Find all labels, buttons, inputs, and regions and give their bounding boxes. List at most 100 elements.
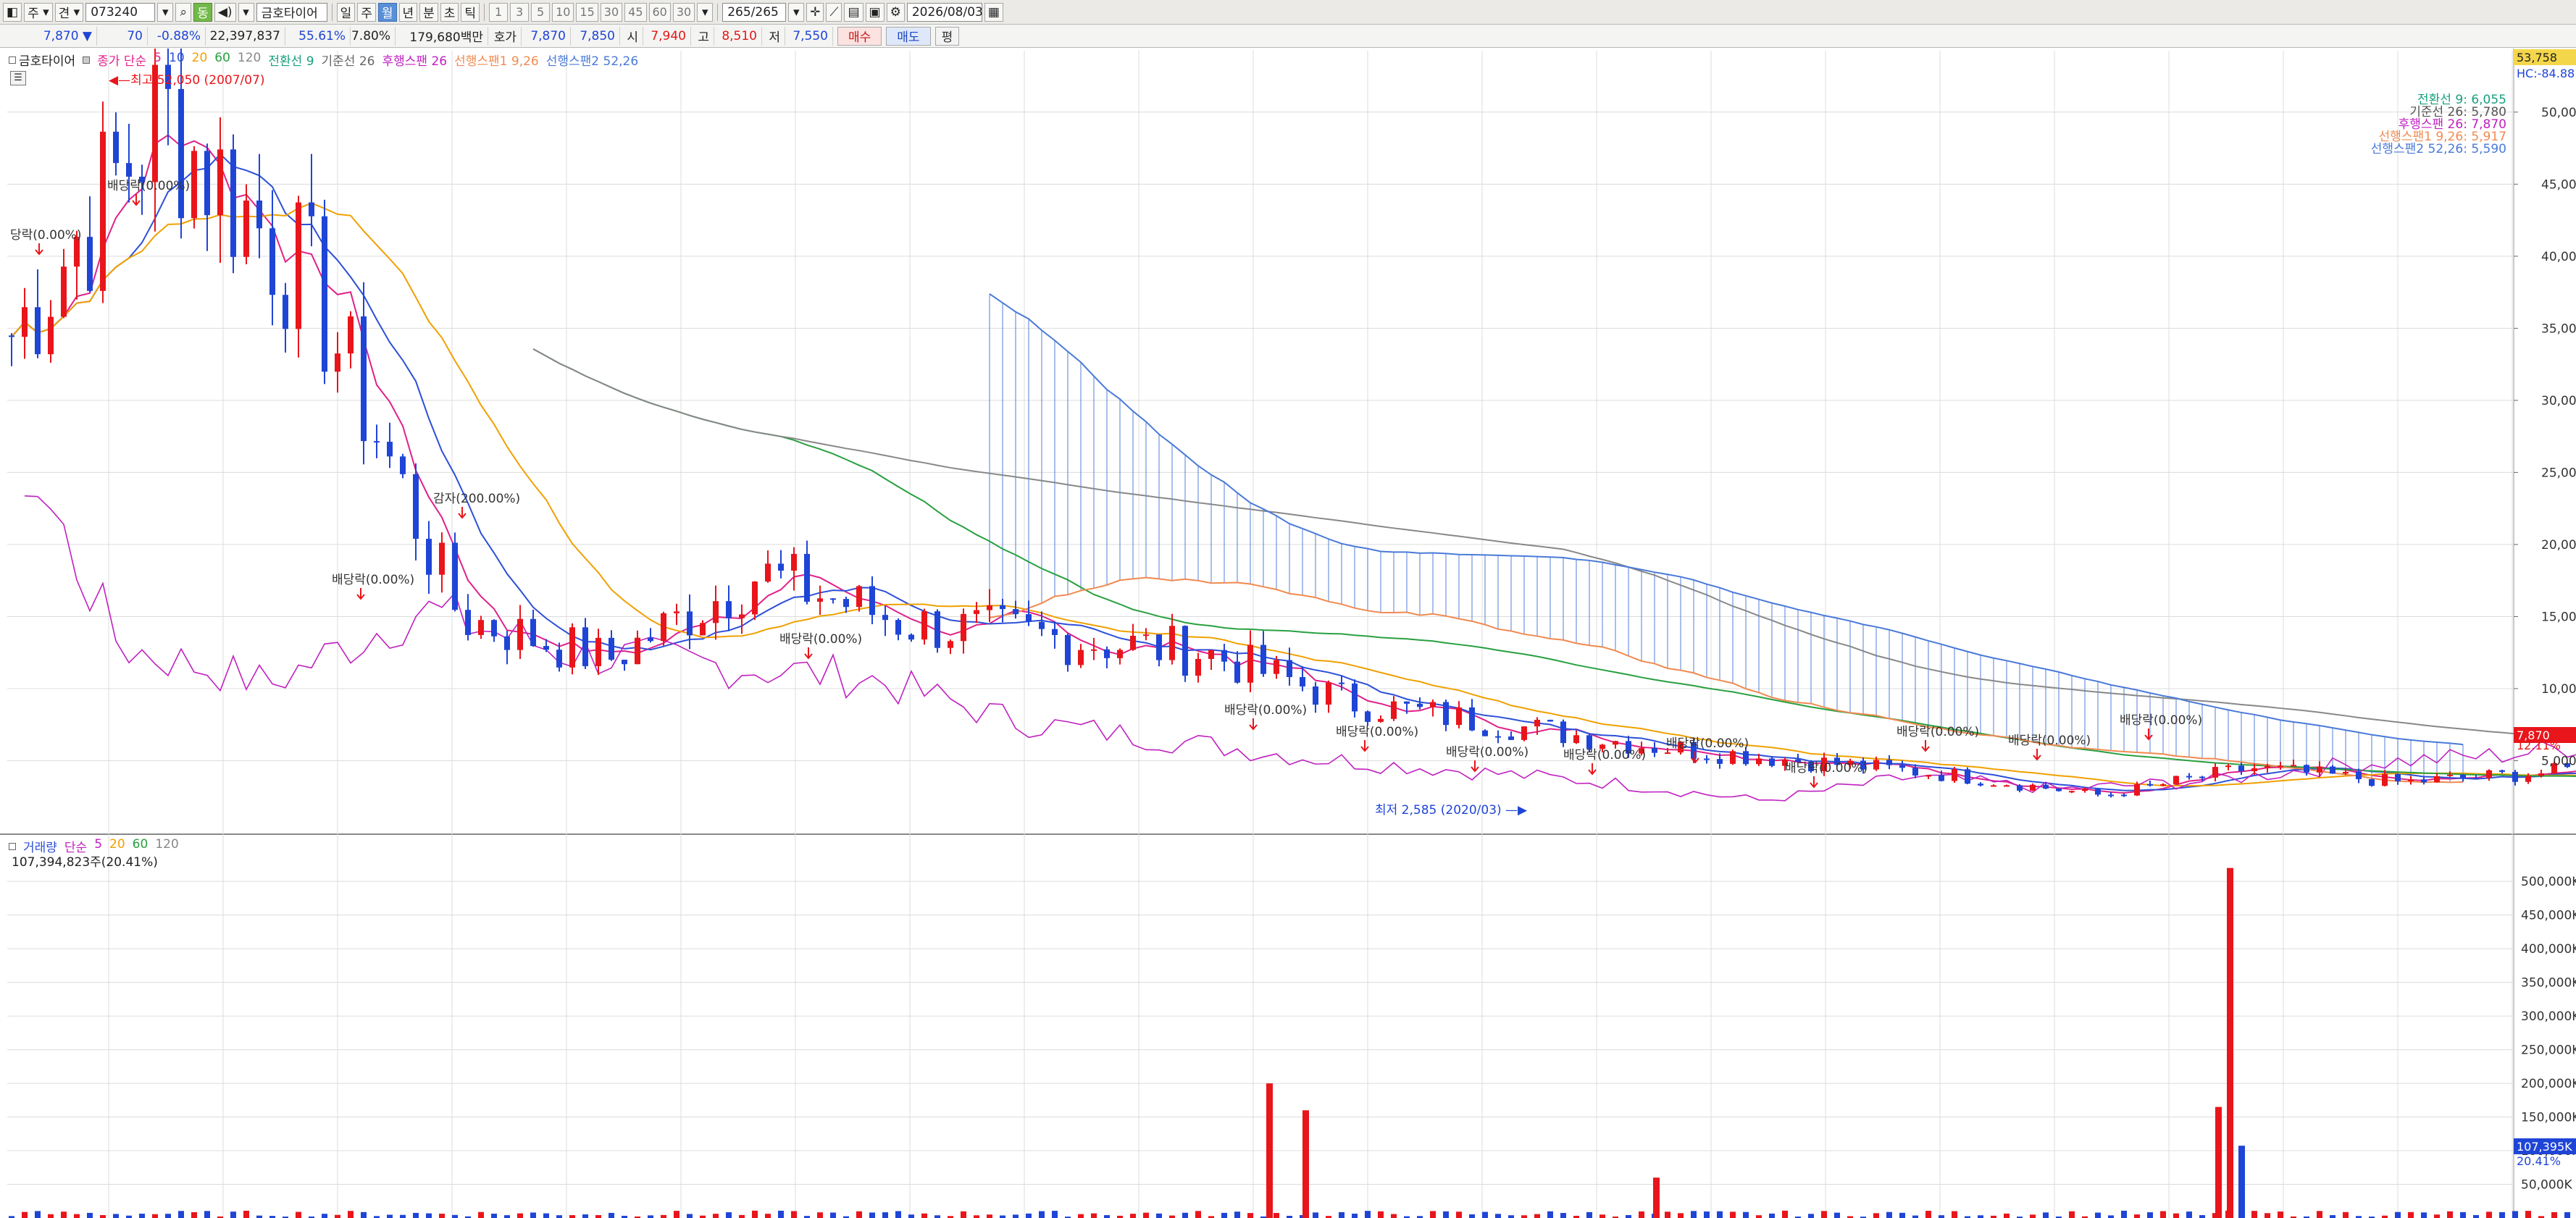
volume-bar (113, 1214, 119, 1218)
volume-bar (1378, 1211, 1384, 1218)
event-arrow-icon (2033, 749, 2041, 761)
volume-bar (817, 1212, 823, 1218)
price-legend-item-9[interactable]: 선행스팬1 9,26 (454, 51, 539, 69)
code-dropdown-icon[interactable]: ▾ (157, 2, 174, 22)
settings-gear-icon[interactable]: ⚙ (886, 2, 905, 22)
interval-10-button[interactable]: 10 (552, 2, 574, 22)
volume-legend-toggle-icon[interactable] (9, 842, 16, 850)
candle-body (309, 202, 314, 217)
candle-body (1547, 720, 1553, 722)
arrow-dropdown-icon[interactable]: ▾ (238, 2, 254, 22)
period-second-button[interactable]: 초 (440, 2, 459, 22)
ichimoku-value-legend: 전환선 9: 6,055 기준선 26: 5,780 후행스팬 26: 7,870 선… (2371, 94, 2506, 156)
favorite-icon[interactable]: 동 (193, 2, 212, 22)
interval-45-button[interactable]: 45 (624, 2, 647, 22)
candle-body (1534, 720, 1540, 727)
candle-body (817, 598, 823, 602)
candle-body (2238, 765, 2244, 771)
buy-button[interactable]: 매수 (837, 26, 882, 46)
legend-stock-name[interactable]: 금호타이어 (19, 51, 75, 69)
period-minute-button[interactable]: 분 (419, 2, 438, 22)
volume-bar (35, 1211, 41, 1218)
data-count-field[interactable]: 265/265 (722, 2, 787, 22)
price-legend-item-10[interactable]: 선행스팬2 52,26 (546, 51, 638, 69)
period-day-button[interactable]: 일 (336, 2, 356, 22)
candle-body (882, 615, 888, 621)
candle-body (2069, 791, 2075, 793)
sound-icon[interactable]: ◀) (214, 2, 236, 22)
search-icon[interactable]: ⌕ (175, 2, 192, 22)
period-week-button[interactable]: 주 (357, 2, 376, 22)
price-legend: 금호타이어 종가 단순 5 10 20 60 120 전환선 9 기준선 26 후행스팬 26 선… (9, 51, 638, 69)
event-arrow-icon (1810, 776, 1818, 789)
volume-bar (1169, 1215, 1175, 1218)
interval-3-button[interactable]: 3 (510, 2, 530, 22)
crosshair-icon[interactable]: ✛ (806, 2, 824, 22)
volume-spike-bar (1266, 1083, 1273, 1218)
volume-bar (2160, 1211, 2166, 1218)
price-legend-item-3[interactable]: 20 (192, 51, 208, 69)
volume-tick-label: 150,000K (2521, 1111, 2576, 1125)
candle-body (2408, 779, 2414, 781)
price-legend-item-0[interactable]: 종가 단순 (97, 51, 146, 69)
save-icon[interactable]: ▣ (865, 2, 885, 22)
draw-line-icon[interactable]: ⟋ (826, 2, 842, 22)
flat-button[interactable]: 평 (934, 26, 960, 46)
candle-body (1339, 682, 1345, 684)
price-legend-item-2[interactable]: 10 (169, 51, 185, 69)
candle-body (374, 441, 380, 443)
candle-body (9, 335, 14, 337)
volume-bar (165, 1214, 171, 1218)
candle-body (543, 646, 549, 650)
price-legend-item-7[interactable]: 기준선 26 (322, 51, 375, 69)
volume-legend-item-5[interactable]: 120 (155, 837, 178, 855)
volume-bar (1952, 1211, 1957, 1218)
price-legend-item-4[interactable]: 60 (214, 51, 230, 69)
volume-bar (1586, 1211, 1592, 1218)
interval-1-button[interactable]: 1 (489, 2, 509, 22)
candle-body (1456, 707, 1462, 726)
price-legend-item-6[interactable]: 전환선 9 (268, 51, 314, 69)
candle-body (61, 266, 67, 317)
interval-custom-input[interactable]: 30 (672, 2, 695, 22)
period-tick-button[interactable]: 틱 (461, 2, 480, 22)
current-pct-badge: 12.11% (2517, 738, 2562, 752)
candle-body (1978, 784, 1983, 786)
interval-15-button[interactable]: 15 (576, 2, 598, 22)
period-year-button[interactable]: 년 (398, 2, 418, 22)
period-month-button[interactable]: 월 (377, 2, 397, 22)
window-menu-icon[interactable]: ◧ (3, 2, 22, 22)
event-annotation: 배당락(0.00%) (1446, 745, 1529, 760)
volume-tick-label: 350,000K (2521, 976, 2576, 991)
ma-5-line (11, 134, 2576, 794)
candle-body (126, 163, 132, 177)
price-legend-item-8[interactable]: 후행스팬 26 (382, 51, 447, 69)
price-legend-item-5[interactable]: 120 (238, 51, 261, 69)
mode-dropdown[interactable]: 주 ▾ (24, 2, 53, 22)
panel-menu-icon[interactable]: ☰ (10, 71, 26, 85)
price-legend-item-1[interactable]: 5 (154, 51, 162, 69)
interval-60-button[interactable]: 60 (648, 2, 671, 22)
price-tick-label: 35,000 (2541, 322, 2576, 336)
interval-5-button[interactable]: 5 (531, 2, 551, 22)
chart-canvas[interactable]: 5,000 10,000 15,000 20,000 25,000 30,000 35,00… (0, 49, 2576, 1218)
sell-button[interactable]: 매도 (886, 26, 931, 46)
type-dropdown[interactable]: 견 ▾ (54, 2, 84, 22)
candle-body (1287, 660, 1292, 677)
legend-ma-icon[interactable] (83, 56, 91, 64)
interval-dropdown-icon[interactable]: ▾ (697, 2, 714, 22)
volume-bar (1521, 1215, 1527, 1218)
volume-bar (1782, 1210, 1788, 1218)
candle-body (856, 586, 862, 608)
interval-30-button[interactable]: 30 (600, 2, 623, 22)
count-dropdown-icon[interactable]: ▾ (788, 2, 805, 22)
candle-body (269, 228, 275, 295)
date-input[interactable]: 2026/08/03 (906, 2, 983, 22)
layout-icon[interactable]: ▤ (844, 2, 863, 22)
volume-bar (2030, 1214, 2036, 1218)
legend-toggle-icon[interactable] (9, 56, 16, 64)
candle-body (35, 307, 41, 355)
calendar-icon[interactable]: ▦ (984, 2, 1003, 22)
stock-code-input[interactable]: 073240 (85, 2, 156, 22)
stock-name-field[interactable]: 금호타이어 (256, 2, 327, 22)
